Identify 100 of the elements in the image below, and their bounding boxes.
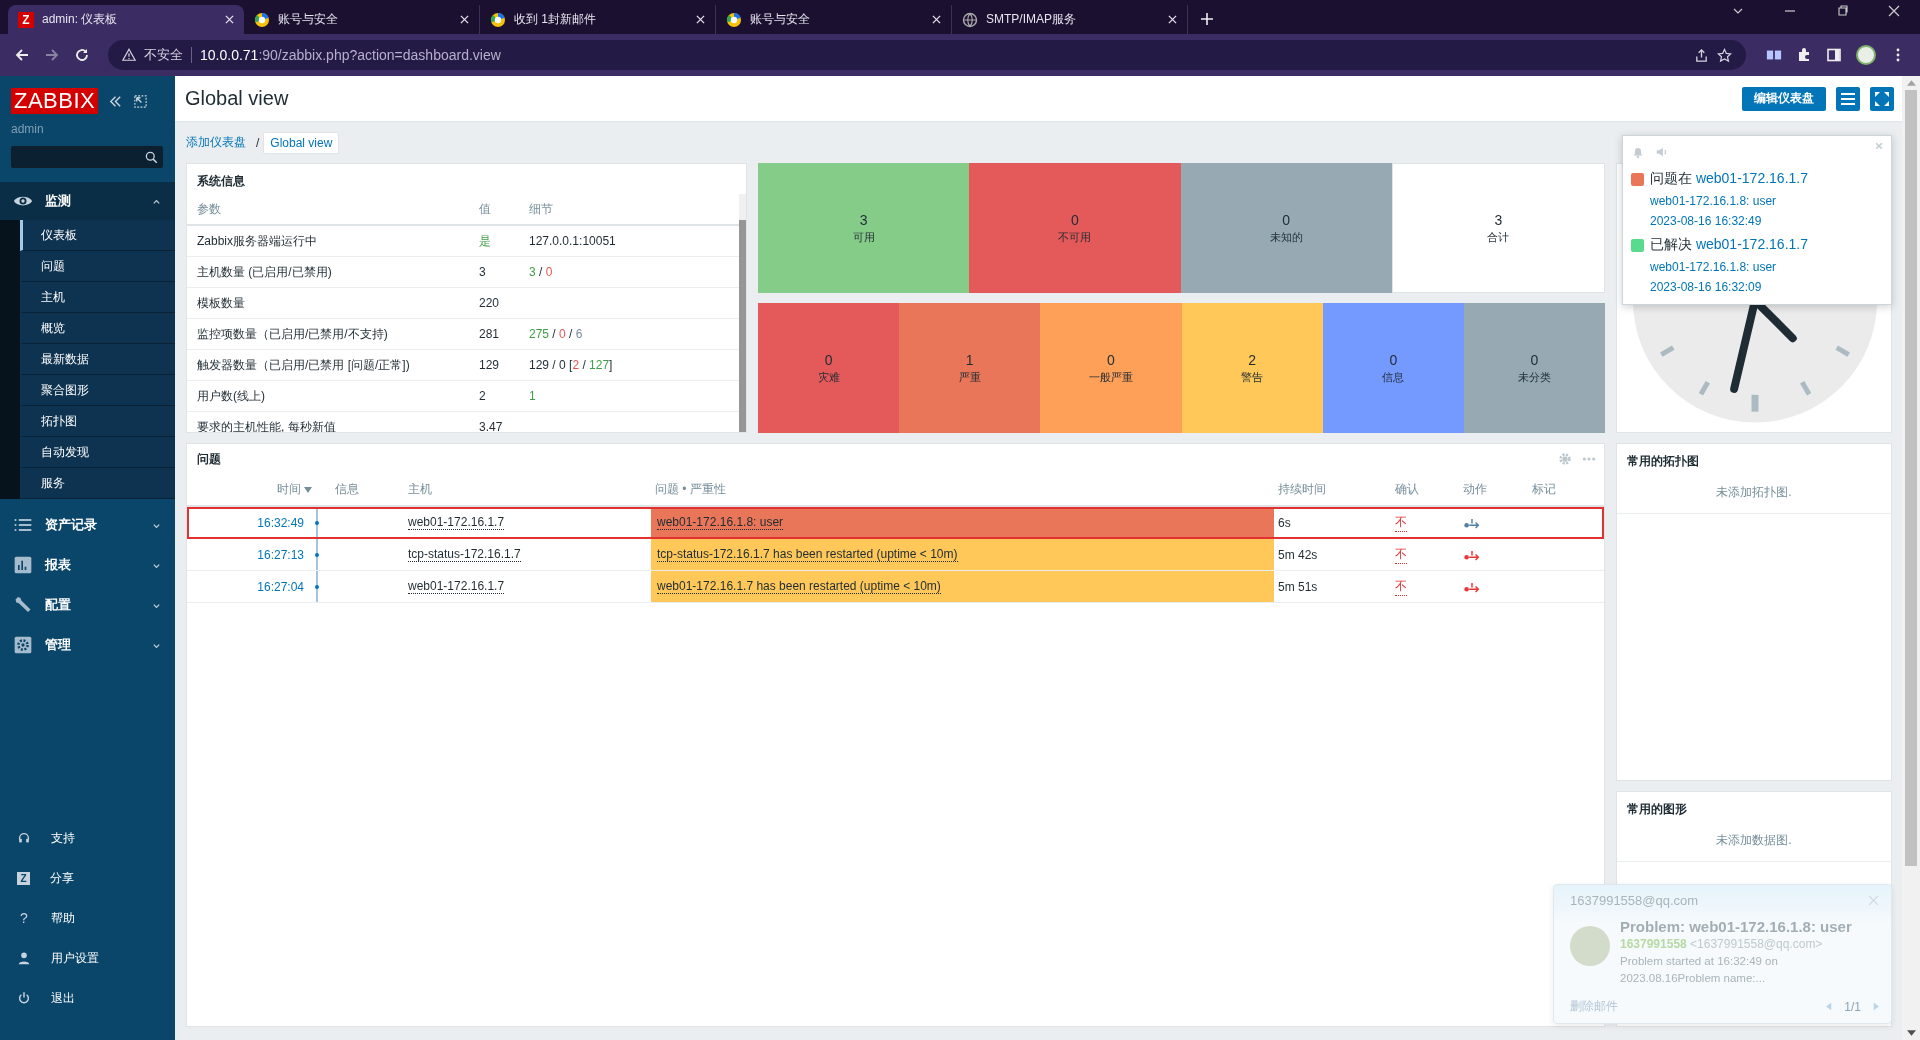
column-header: 持续时间 — [1277, 481, 1327, 498]
favicon — [254, 11, 270, 28]
time-link[interactable]: 16:27:13 — [257, 547, 304, 562]
browser-tab[interactable]: Z admin: 仪表板 — [8, 5, 244, 34]
breadcrumb-link[interactable]: 添加仪表盘 — [180, 131, 252, 154]
menu-item[interactable]: 监测 — [0, 182, 175, 220]
close-icon[interactable] — [696, 15, 705, 24]
scroll-down-icon[interactable] — [1906, 1030, 1916, 1036]
reload-icon[interactable] — [74, 47, 90, 63]
host-link[interactable]: web01-172.16.1.7 — [1695, 236, 1808, 252]
close-icon[interactable] — [1168, 15, 1177, 24]
plus-icon[interactable] — [1200, 12, 1214, 26]
severity-tile[interactable]: 2 警告 — [1181, 303, 1323, 433]
warning-icon[interactable] — [122, 48, 136, 62]
menu-item[interactable]: 资产记录 — [0, 505, 175, 545]
submenu-item[interactable]: 服务 — [20, 468, 175, 499]
severity-tile[interactable]: 0 灾难 — [758, 303, 900, 433]
forward-icon[interactable] — [44, 47, 60, 63]
action-icon[interactable] — [1463, 580, 1481, 593]
back-icon[interactable] — [14, 47, 30, 63]
acknowledge-link[interactable]: 不 — [1395, 513, 1407, 532]
host-link[interactable]: web01-172.16.1.7 — [1695, 170, 1808, 186]
submenu-item[interactable]: 拓扑图 — [20, 406, 175, 437]
menu-item[interactable]: ? 帮助 — [0, 898, 175, 938]
submenu-item[interactable]: 概览 — [20, 313, 175, 344]
column-header[interactable]: 时间 — [187, 474, 316, 505]
menu-item[interactable]: 用户设置 — [0, 938, 175, 978]
menu-item[interactable]: 支持 — [0, 818, 175, 858]
time-link[interactable]: 16:32:49 — [257, 515, 304, 530]
host-availability-tile[interactable]: 3 可用 — [758, 163, 970, 293]
logo[interactable]: ZABBIX — [11, 88, 99, 114]
table-cell-text: 2 — [478, 389, 487, 403]
star-icon[interactable] — [1717, 47, 1732, 63]
search-icon[interactable] — [145, 150, 158, 164]
username: admin — [11, 122, 45, 136]
submenu-item[interactable]: 仪表板 — [20, 220, 175, 251]
severity-tile[interactable]: 1 严重 — [899, 303, 1041, 433]
submenu-item[interactable]: 自动发现 — [20, 437, 175, 468]
host-availability-tile[interactable]: 0 不可用 — [969, 163, 1181, 293]
widget-title: 常用的图形 — [1626, 801, 1688, 818]
side-panel-icon[interactable] — [1826, 47, 1842, 63]
submenu-item[interactable]: 主机 — [20, 282, 175, 313]
host-link[interactable]: web01-172.16.1.7 — [408, 579, 505, 594]
favicon — [490, 11, 506, 28]
time-link[interactable]: 2023-08-16 16:32:09 — [1650, 280, 1808, 294]
close-icon[interactable] — [1888, 5, 1900, 17]
menu-item[interactable]: 报表 — [0, 545, 175, 585]
table-cell-text: 触发器数量（已启用/已禁用 [问题/正常]) — [196, 356, 411, 374]
search-field[interactable] — [11, 146, 163, 168]
timeline-dot — [315, 552, 319, 557]
host-link[interactable]: web01-172.16.1.7 — [408, 515, 505, 530]
menu-item[interactable]: 配置 — [0, 585, 175, 625]
restore-icon[interactable] — [1836, 5, 1848, 17]
severity-tile[interactable]: 0 信息 — [1322, 303, 1464, 433]
empty-message: 未添加拓扑图. — [1617, 474, 1891, 514]
host-link[interactable]: tcp-status-172.16.1.7 — [408, 547, 521, 562]
scrollbar[interactable] — [1902, 76, 1920, 1040]
menu-item[interactable]: 退出 — [0, 978, 175, 1018]
security-label[interactable]: 不安全 — [144, 46, 183, 64]
share-icon[interactable] — [1694, 47, 1709, 63]
menu-button[interactable] — [1836, 86, 1860, 111]
acknowledge-link[interactable]: 不 — [1395, 545, 1407, 564]
severity-tile[interactable]: 0 一般严重 — [1040, 303, 1182, 433]
submenu-item[interactable]: 问题 — [20, 251, 175, 282]
column-header: 参数 — [196, 200, 222, 218]
menu-item[interactable]: 管理 — [0, 625, 175, 665]
action-icon[interactable] — [1463, 548, 1481, 561]
sender-name: 1637991558 — [1620, 937, 1687, 951]
submenu-item[interactable]: 最新数据 — [20, 344, 175, 375]
close-icon[interactable] — [460, 15, 469, 24]
problem-link[interactable]: web01-172.16.1.8: user — [1650, 260, 1808, 274]
time-link[interactable]: 16:27:04 — [257, 579, 304, 594]
problem-link[interactable]: web01-172.16.1.8: user — [1650, 194, 1808, 208]
puzzle-icon[interactable] — [1796, 47, 1812, 63]
address-field[interactable]: 不安全 10.0.0.71:90/zabbix.php?action=dashboard.view — [108, 40, 1746, 70]
problem-link[interactable]: tcp-status-172.16.1.7 has been restarted (uptime < 10m) — [657, 547, 958, 562]
action-icon[interactable] — [1463, 516, 1481, 529]
scrollbar[interactable] — [739, 194, 746, 432]
avatar[interactable] — [1856, 45, 1876, 65]
menu-icon — [1840, 90, 1856, 107]
fullscreen-button[interactable] — [1870, 86, 1894, 111]
table-cell-text: 275 / 0 / 6 — [528, 327, 584, 341]
kiosk-icon[interactable] — [133, 93, 149, 109]
table-cell-text: 127.0.0.1:10051 — [528, 234, 617, 248]
table-cell-text: 5m 51s — [1277, 578, 1319, 596]
problem-link[interactable]: web01-172.16.1.7 has been restarted (uptime < 10m) — [657, 579, 941, 594]
menu-item[interactable]: Z 分享 — [0, 858, 175, 898]
host-availability-tile[interactable]: 0 未知的 — [1180, 163, 1392, 293]
host-availability-tile[interactable]: 3 合计 — [1391, 163, 1605, 293]
time-link[interactable]: 2023-08-16 16:32:49 — [1650, 214, 1808, 228]
problem-link[interactable]: web01-172.16.1.8: user — [657, 515, 784, 530]
column-header: 标记 — [1531, 481, 1557, 498]
close-icon[interactable] — [932, 15, 941, 24]
submenu-item[interactable]: 聚合图形 — [20, 375, 175, 406]
acknowledge-link[interactable]: 不 — [1395, 577, 1407, 596]
gear-icon — [13, 635, 33, 655]
breadcrumb-link[interactable]: Global view — [263, 131, 340, 154]
severity-tile[interactable]: 0 未分类 — [1463, 303, 1606, 433]
edit-dashboard-button[interactable]: 编辑仪表盘 — [1742, 86, 1826, 111]
close-icon[interactable] — [225, 15, 234, 24]
